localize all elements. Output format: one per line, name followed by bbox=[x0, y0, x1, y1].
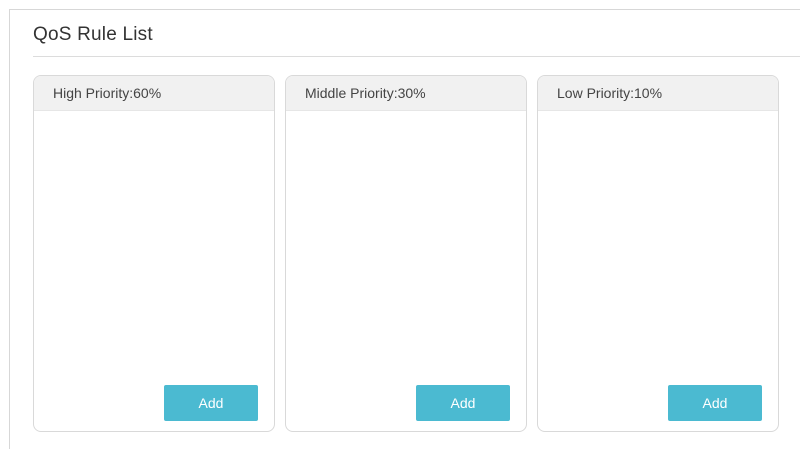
panel-header-middle: Middle Priority:30% bbox=[286, 76, 526, 111]
rule-list-middle: Add bbox=[286, 111, 526, 431]
priority-panel-middle: Middle Priority:30% Add bbox=[285, 75, 527, 432]
panel-header-low: Low Priority:10% bbox=[538, 76, 778, 111]
add-middle-rule-button[interactable]: Add bbox=[416, 385, 510, 421]
priority-panel-low: Low Priority:10% Add bbox=[537, 75, 779, 432]
add-low-rule-button[interactable]: Add bbox=[668, 385, 762, 421]
rule-list-high: Add bbox=[34, 111, 274, 431]
panel-header-high: High Priority:60% bbox=[34, 76, 274, 111]
section-title: QoS Rule List bbox=[33, 24, 153, 45]
rule-list-low: Add bbox=[538, 111, 778, 431]
priority-panel-high: High Priority:60% Add bbox=[33, 75, 275, 432]
title-divider bbox=[33, 56, 800, 57]
add-high-rule-button[interactable]: Add bbox=[164, 385, 258, 421]
